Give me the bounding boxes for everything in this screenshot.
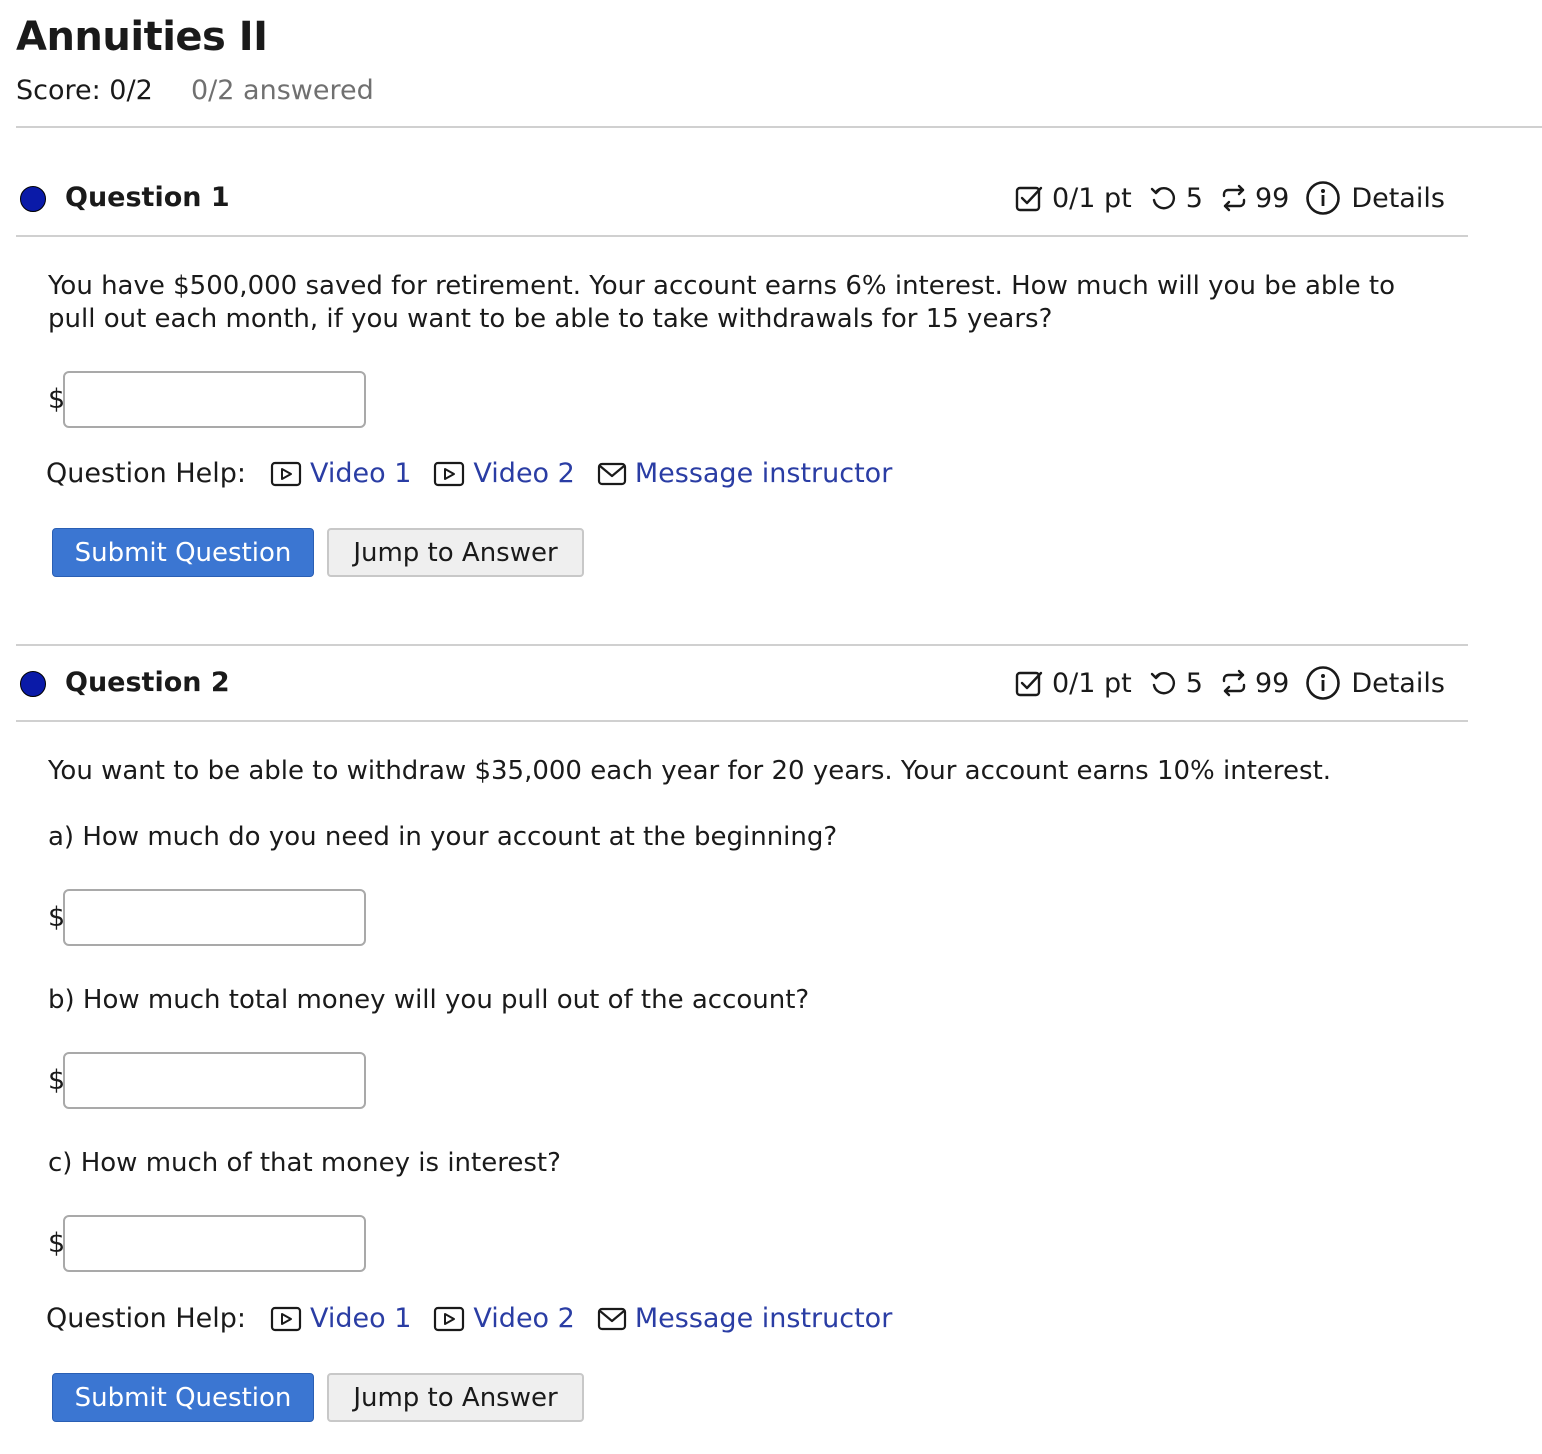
video-2-link[interactable]: Video 2	[433, 1303, 575, 1334]
answered-count: 0/2 answered	[191, 75, 374, 106]
question-help-label: Question Help:	[46, 458, 246, 489]
envelope-icon	[597, 1307, 626, 1330]
video-1-link[interactable]: Video 1	[270, 1303, 411, 1334]
answer-input-q1[interactable]	[63, 371, 366, 428]
message-instructor-link[interactable]: Message instructor	[597, 458, 892, 489]
page-title: Annuities II	[16, 14, 268, 60]
envelope-icon	[597, 462, 626, 485]
header-divider	[16, 126, 1542, 128]
checkbox-icon	[1014, 668, 1044, 698]
video-2-link[interactable]: Video 2	[433, 458, 575, 489]
retries-value: 5	[1185, 182, 1203, 214]
repeat-icon	[1219, 668, 1249, 698]
details-link[interactable]: Details	[1351, 183, 1445, 214]
question-separator	[16, 644, 1468, 646]
question-2-title: Question 2	[65, 667, 230, 698]
repeat-icon	[1219, 183, 1249, 213]
points-value: 0/1 pt	[1052, 182, 1132, 214]
question-1-title: Question 1	[65, 182, 230, 213]
score-label: Score: 0/2	[16, 75, 153, 106]
points-value: 0/1 pt	[1052, 667, 1132, 699]
checkbox-icon	[1014, 183, 1044, 213]
jump-to-answer-button[interactable]: Jump to Answer	[327, 528, 584, 577]
question-2-prompt: You want to be able to withdraw $35,000 …	[48, 756, 1332, 786]
submit-question-button[interactable]: Submit Question	[52, 528, 314, 577]
question-2-divider	[16, 720, 1468, 722]
question-1-meta: 0/1 pt 5 99 Details	[1014, 180, 1445, 216]
answer-input-part-b[interactable]	[63, 1052, 366, 1109]
attempts-value: 99	[1254, 182, 1290, 214]
video-icon	[434, 461, 465, 486]
question-1-divider	[16, 235, 1468, 237]
question-2-help: Question Help: Video 1 Video 2 Message i…	[46, 1303, 914, 1334]
info-icon[interactable]	[1305, 665, 1341, 701]
message-instructor-link[interactable]: Message instructor	[597, 1303, 892, 1334]
video-icon	[270, 461, 302, 486]
question-1-prompt: You have $500,000 saved for retirement. …	[48, 271, 1395, 334]
part-c-prompt: c) How much of that money is interest?	[48, 1148, 561, 1178]
attempts-value: 99	[1254, 667, 1290, 699]
part-a-prompt: a) How much do you need in your account …	[48, 822, 838, 852]
video-1-link[interactable]: Video 1	[270, 458, 411, 489]
question-2-meta: 0/1 pt 5 99 Details	[1014, 665, 1445, 701]
jump-to-answer-button[interactable]: Jump to Answer	[327, 1373, 584, 1422]
part-b-prompt: b) How much total money will you pull ou…	[48, 985, 810, 1015]
retry-icon	[1148, 668, 1178, 698]
details-link[interactable]: Details	[1351, 668, 1445, 699]
video-icon	[270, 1306, 302, 1331]
question-status-dot	[20, 671, 46, 697]
answer-input-part-c[interactable]	[63, 1215, 366, 1272]
video-icon	[434, 1306, 465, 1331]
submit-question-button[interactable]: Submit Question	[52, 1373, 314, 1422]
answer-input-part-a[interactable]	[63, 889, 366, 946]
info-icon[interactable]	[1305, 180, 1341, 216]
retry-icon	[1148, 183, 1178, 213]
retries-value: 5	[1185, 667, 1203, 699]
question-status-dot	[20, 186, 46, 212]
question-help-label: Question Help:	[46, 1303, 246, 1334]
question-1-help: Question Help: Video 1 Video 2 Message i…	[46, 458, 914, 489]
